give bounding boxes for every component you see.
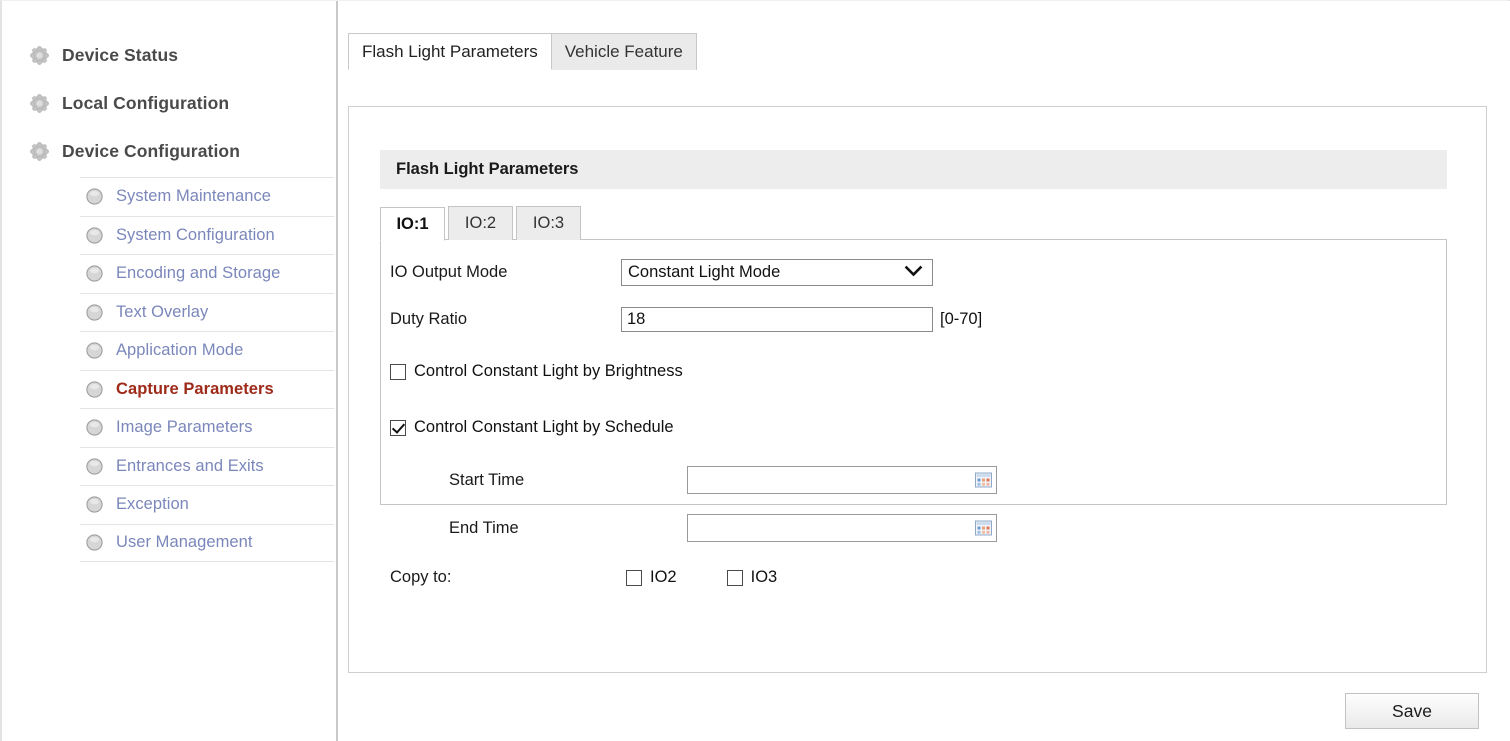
gear-icon (30, 45, 49, 65)
sidebar-subitem-label: Application Mode (116, 341, 244, 360)
sidebar-subitem-label: Capture Parameters (116, 379, 274, 398)
sidebar-item-application-mode[interactable]: Application Mode (80, 331, 334, 370)
chevron-down-icon (904, 263, 923, 282)
sidebar-item-exception[interactable]: Exception (80, 485, 334, 524)
control-by-brightness-checkbox[interactable] (390, 363, 406, 380)
circle-icon (85, 264, 104, 283)
gear-icon (30, 141, 49, 161)
sidebar-item-label: Local Configuration (62, 92, 230, 113)
duty-ratio-value: 18 (627, 310, 646, 328)
io-panel-body: IO Output Mode Constant Light Mode Duty … (380, 239, 1447, 586)
io-tab-label: IO:2 (464, 214, 497, 232)
io-tab-label: IO:3 (532, 214, 565, 232)
main-content: Flash Light Parameters Vehicle Feature F… (340, 1, 1510, 741)
sidebar-subnav: System Maintenance System Configuration … (2, 177, 336, 562)
tab-flash-light-parameters[interactable]: Flash Light Parameters (348, 33, 552, 70)
copy-to-label: Copy to: (390, 568, 452, 586)
sidebar-subitem-label: Text Overlay (116, 302, 209, 321)
io-output-mode-label: IO Output Mode (390, 263, 508, 281)
sidebar-item-label: Device Status (62, 44, 179, 65)
circle-icon (85, 226, 104, 245)
sidebar-item-encoding-and-storage[interactable]: Encoding and Storage (80, 254, 334, 293)
copy-to-row: Copy to: IO2 IO3 (390, 568, 777, 587)
circle-icon (85, 533, 104, 552)
tab-io-1[interactable]: IO:1 (380, 207, 445, 241)
circle-icon (85, 303, 104, 322)
sidebar-item-entrances-and-exits[interactable]: Entrances and Exits (80, 446, 334, 486)
control-by-schedule-checkbox[interactable] (390, 419, 406, 436)
sidebar-subitem-label: System Configuration (116, 225, 275, 244)
io-output-mode-select[interactable]: Constant Light Mode (621, 259, 933, 286)
io-tab-bar: IO:1 IO:2 IO:3 (380, 205, 584, 241)
sidebar-item-local-configuration[interactable]: Local Configuration (2, 79, 336, 127)
circle-icon (85, 457, 104, 476)
end-time-label: End Time (449, 518, 519, 537)
sidebar: Device Status Local Configuration Device… (2, 1, 338, 741)
sidebar-subitem-label: Exception (116, 495, 189, 514)
sidebar-item-device-configuration[interactable]: Device Configuration (2, 127, 336, 175)
section-header: Flash Light Parameters (380, 150, 1447, 189)
circle-icon (85, 418, 104, 437)
tab-vehicle-feature[interactable]: Vehicle Feature (550, 33, 697, 70)
end-time-row: End Time (449, 514, 997, 542)
sidebar-subitem-label: Image Parameters (116, 418, 253, 437)
save-button-label: Save (1392, 700, 1432, 721)
io-output-mode-value: Constant Light Mode (628, 263, 781, 281)
start-time-row: Start Time (449, 466, 997, 494)
sidebar-item-text-overlay[interactable]: Text Overlay (80, 292, 334, 332)
save-button[interactable]: Save (1345, 693, 1479, 729)
control-by-brightness-row[interactable]: Control Constant Light by Brightness (390, 362, 683, 381)
duty-ratio-row: Duty Ratio 18 [0-70] (390, 307, 982, 332)
tab-bar: Flash Light Parameters Vehicle Feature (348, 32, 697, 70)
content-panel: Flash Light Parameters IO:1 IO:2 IO:3 IO… (348, 106, 1487, 673)
calendar-icon[interactable] (975, 472, 992, 488)
sidebar-item-user-management[interactable]: User Management (80, 523, 334, 562)
calendar-icon[interactable] (975, 520, 992, 536)
section-title: Flash Light Parameters (396, 160, 579, 178)
page-root: Device Status Local Configuration Device… (0, 0, 1510, 741)
duty-ratio-label: Duty Ratio (390, 310, 468, 328)
sidebar-item-system-configuration[interactable]: System Configuration (80, 215, 334, 255)
sidebar-subitem-label: Entrances and Exits (116, 456, 264, 475)
circle-icon (85, 187, 104, 206)
sidebar-item-capture-parameters[interactable]: Capture Parameters (80, 369, 334, 409)
start-time-input[interactable] (687, 466, 997, 494)
control-by-schedule-row[interactable]: Control Constant Light by Schedule (390, 418, 674, 437)
tab-io-2[interactable]: IO:2 (448, 206, 513, 240)
sidebar-subitem-label: System Maintenance (116, 187, 271, 206)
sidebar-subitem-label: User Management (116, 533, 253, 552)
copy-to-io3-checkbox[interactable] (726, 569, 743, 586)
sidebar-item-device-status[interactable]: Device Status (2, 31, 336, 79)
sidebar-item-label: Device Configuration (62, 140, 240, 161)
circle-icon (85, 495, 104, 514)
end-time-input[interactable] (687, 514, 997, 542)
circle-icon (85, 341, 104, 360)
sidebar-item-system-maintenance[interactable]: System Maintenance (80, 177, 334, 216)
gear-icon (30, 93, 49, 113)
io-tab-label: IO:1 (396, 214, 429, 233)
control-by-brightness-label: Control Constant Light by Brightness (414, 362, 683, 380)
duty-ratio-input[interactable]: 18 (621, 307, 933, 332)
sidebar-item-image-parameters[interactable]: Image Parameters (80, 408, 334, 447)
tab-label: Vehicle Feature (564, 42, 683, 61)
circle-icon (85, 380, 104, 399)
sidebar-subitem-label: Encoding and Storage (116, 264, 281, 283)
duty-ratio-hint: [0-70] (940, 310, 983, 328)
control-by-schedule-label: Control Constant Light by Schedule (414, 418, 674, 436)
io-output-mode-row: IO Output Mode Constant Light Mode (390, 259, 933, 286)
tab-label: Flash Light Parameters (362, 41, 538, 61)
copy-to-io3-label: IO3 (750, 568, 778, 586)
copy-to-io2-checkbox[interactable] (626, 569, 642, 586)
tab-io-3[interactable]: IO:3 (516, 206, 581, 240)
copy-to-io2-label: IO2 (650, 568, 677, 586)
start-time-label: Start Time (449, 470, 525, 489)
